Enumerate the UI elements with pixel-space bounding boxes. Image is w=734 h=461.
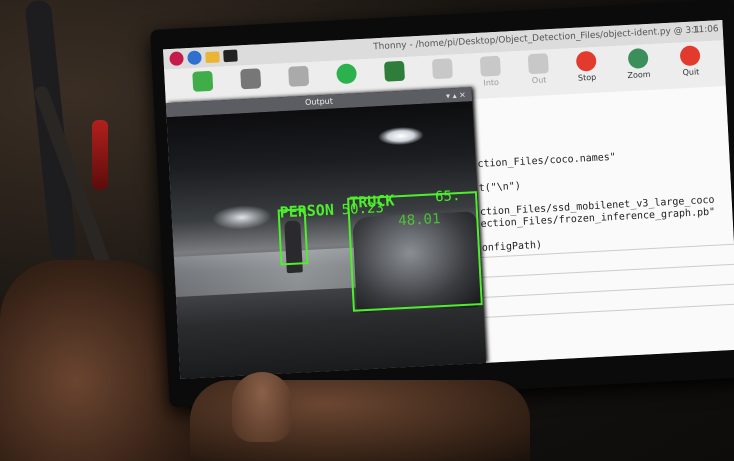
display-device: Thonny - /home/pi/Desktop/Object_Detecti…: [150, 0, 734, 408]
truck-detection-score: 65.: [434, 187, 461, 206]
truck-detection-label: TRUCK: [348, 191, 395, 212]
thumb: [232, 372, 292, 442]
save-icon: [288, 65, 310, 87]
output-window-title: Output: [304, 96, 334, 107]
step-into-button[interactable]: Into: [466, 53, 516, 99]
raspberry-pi-menu-icon[interactable]: [169, 51, 184, 67]
far-light: [211, 203, 273, 231]
red-tail-light: [92, 120, 108, 190]
debug-icon: [383, 60, 406, 82]
load-icon: [240, 68, 262, 90]
output-window[interactable]: Output ▾ ▴ ✕ PERSON 50.23 TRUCK 65. 48.0…: [165, 87, 486, 379]
person-detection-label: PERSON: [279, 200, 335, 222]
divider: [477, 303, 734, 319]
hand-left: [0, 260, 190, 461]
clock: 11:06: [692, 24, 719, 36]
screen: Thonny - /home/pi/Desktop/Object_Detecti…: [163, 20, 734, 379]
browser-icon[interactable]: [187, 50, 202, 66]
file-manager-icon[interactable]: [205, 51, 220, 64]
new-icon: [192, 70, 214, 92]
code-line: onfigPath): [481, 239, 543, 254]
step-out-icon: [527, 53, 549, 75]
zoom-button[interactable]: Zoom: [614, 45, 664, 91]
terminal-icon[interactable]: [223, 49, 238, 63]
quit-icon: [679, 45, 701, 67]
divider: [475, 263, 734, 279]
step-over-icon: [431, 58, 453, 80]
code-line: t("\n"): [478, 180, 522, 195]
zoom-icon: [627, 47, 649, 70]
camera-feed: PERSON 50.23 TRUCK 65. 48.01: [166, 101, 486, 379]
quit-button[interactable]: Quit: [665, 43, 715, 89]
step-out-button[interactable]: Out: [514, 50, 564, 96]
step-into-icon: [479, 55, 501, 77]
divider: [476, 283, 734, 299]
run-icon: [336, 63, 358, 85]
stop-icon: [575, 50, 597, 72]
code-editor[interactable]: ction_Files/coco.names" t("\n") ction_Fi…: [466, 85, 734, 364]
detection-score: 48.01: [397, 211, 441, 230]
stop-button[interactable]: Stop: [562, 48, 612, 94]
code-line: ction_Files/coco.names": [477, 151, 617, 171]
ceiling-light: [377, 125, 425, 147]
